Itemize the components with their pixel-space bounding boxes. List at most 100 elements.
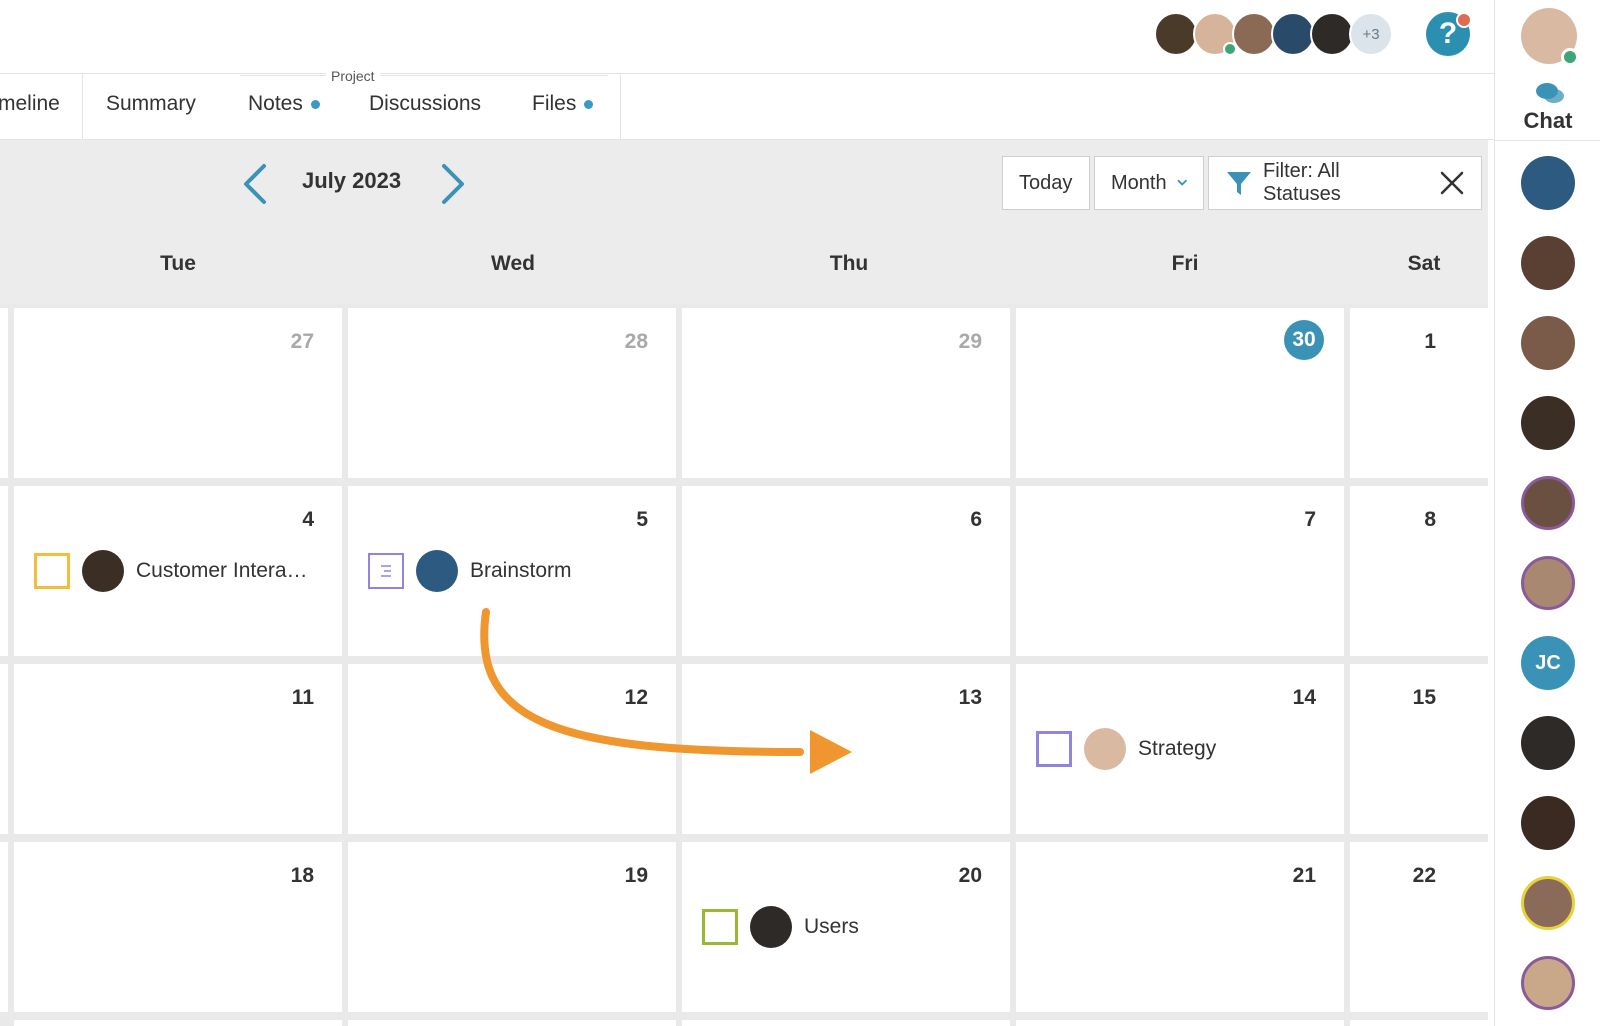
project-group-label: Project [326,68,380,84]
right-rail: Chat JC [1494,0,1600,1026]
team-member-avatar[interactable] [1521,876,1575,930]
collaborator-avatar[interactable] [1310,12,1354,56]
status-filter-button[interactable]: Filter: All Statuses [1208,156,1482,210]
unread-dot [310,99,320,109]
day-cell[interactable]: 4 Customer Intera… [14,486,342,656]
day-cell[interactable]: 29 [682,308,1010,478]
collaborator-avatar[interactable] [1271,12,1315,56]
day-number: 15 [1412,686,1436,709]
task-checkbox[interactable] [702,909,738,945]
day-cell[interactable]: 13 [682,664,1010,834]
day-cell[interactable] [0,664,8,834]
view-select[interactable]: Month [1094,156,1204,210]
day-cell[interactable] [0,486,8,656]
day-cell[interactable] [0,842,8,1012]
tab-label: Notes [248,92,303,115]
day-cell[interactable]: 5 Brainstorm [348,486,676,656]
collaborator-avatar[interactable] [1232,12,1276,56]
task-checkbox[interactable] [1036,731,1072,767]
current-user-avatar[interactable] [1521,8,1579,66]
task-checkbox[interactable] [34,553,70,589]
weekday-header-sat: Sat [1407,252,1441,275]
day-cell[interactable]: 14 Strategy [1016,664,1344,834]
event-title: Strategy [1138,737,1217,760]
day-cell[interactable]: 1 [1350,308,1488,478]
weekday-header-wed: Wed [491,252,535,275]
day-cell[interactable]: 6 [682,486,1010,656]
more-collaborators-badge[interactable]: +3 [1349,12,1393,56]
calendar-event[interactable]: Customer Intera… [34,550,308,592]
day-cell[interactable]: 18 [14,842,342,1012]
help-button[interactable]: ? [1426,12,1472,56]
day-cell[interactable]: 22 [1350,842,1488,1012]
calendar-event[interactable]: Brainstorm [368,550,572,592]
day-cell[interactable]: 12 [348,664,676,834]
tab-label: Files [532,92,577,115]
day-number: 14 [1292,686,1316,709]
team-member-avatar[interactable] [1521,476,1575,530]
team-member-initials-avatar[interactable]: JC [1521,636,1575,690]
day-cell-today[interactable]: 30 [1016,308,1344,478]
previous-month-arrow-icon[interactable] [238,162,278,206]
calendar-event[interactable]: Users [702,906,859,948]
day-number: 29 [958,330,982,353]
day-number: 22 [1412,864,1436,887]
tab-discussions[interactable]: Discussions [369,92,481,116]
team-member-avatar[interactable] [1521,796,1575,850]
tab-timeline[interactable]: meline [0,92,60,116]
initials: JC [1535,651,1561,674]
rail-divider [1495,140,1600,141]
day-cell[interactable] [348,1020,676,1026]
day-cell[interactable]: 21 [1016,842,1344,1012]
project-tabs: Project meline Summary Notes Discussions… [0,68,1494,140]
project-group-line [240,75,608,76]
tab-divider [620,74,621,140]
clear-filter-close-icon[interactable] [1439,170,1465,196]
assignee-avatar [416,550,458,592]
team-member-avatar[interactable] [1521,396,1575,450]
team-member-avatar[interactable] [1521,316,1575,370]
collaborator-avatar[interactable] [1154,12,1198,56]
team-member-avatar[interactable] [1521,716,1575,770]
tab-label: Discussions [369,92,482,115]
assignee-avatar [750,906,792,948]
day-cell[interactable] [1350,1020,1488,1026]
team-member-avatar[interactable] [1521,236,1575,290]
day-cell[interactable]: 15 [1350,664,1488,834]
today-button[interactable]: Today [1002,156,1090,210]
team-member-avatar[interactable] [1521,156,1575,210]
tab-files[interactable]: Files [532,92,594,116]
day-cell[interactable]: 20 Users [682,842,1010,1012]
today-day-number: 30 [1284,320,1324,360]
day-cell[interactable] [1016,1020,1344,1026]
chat-label[interactable]: Chat [1495,108,1600,134]
day-number: 8 [1424,508,1436,531]
day-number: 13 [958,686,982,709]
team-member-avatar[interactable] [1521,556,1575,610]
day-cell[interactable]: 27 [14,308,342,478]
tab-label: Summary [106,92,196,115]
day-cell[interactable]: 7 [1016,486,1344,656]
month-title: July 2023 [302,168,402,193]
day-cell[interactable]: 28 [348,308,676,478]
assignee-avatar [82,550,124,592]
note-lines-icon [381,565,391,577]
note-document-icon[interactable] [368,553,404,589]
top-bar: +3 ? [0,0,1494,74]
team-member-avatar[interactable] [1521,956,1575,1010]
day-cell[interactable]: 8 [1350,486,1488,656]
day-cell[interactable] [682,1020,1010,1026]
tab-notes[interactable]: Notes [248,92,320,116]
day-number: 19 [624,864,648,887]
calendar-event[interactable]: Strategy [1036,728,1216,770]
day-cell[interactable] [0,308,8,478]
next-month-arrow-icon[interactable] [430,162,470,206]
day-cell[interactable]: 19 [348,842,676,1012]
tab-summary[interactable]: Summary [106,92,196,116]
collaborator-avatar[interactable] [1193,12,1237,56]
unread-dot [584,99,594,109]
day-number: 11 [291,686,314,709]
chat-bubbles-icon[interactable] [1535,82,1565,106]
day-cell[interactable] [14,1020,342,1026]
day-cell[interactable]: 11 [14,664,342,834]
